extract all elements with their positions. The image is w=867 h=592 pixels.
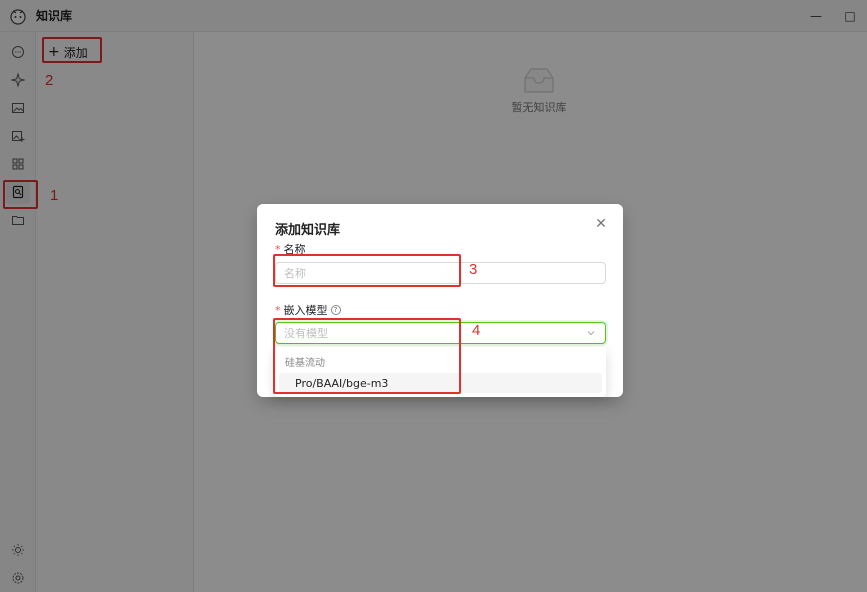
annotation-box-3 [273,254,461,287]
dialog-title: 添加知识库 [275,223,341,238]
close-icon[interactable]: ✕ [593,216,609,232]
annotation-box-4 [273,318,461,394]
embedding-model-label-text: 嵌入模型 [283,304,328,317]
embedding-model-label: * 嵌入模型 ? [275,302,341,318]
help-icon[interactable]: ? [330,305,341,315]
required-mark: * [275,303,281,317]
annotation-number-4: 4 [472,322,481,339]
chevron-down-icon [585,327,597,339]
annotation-number-3: 3 [469,261,478,278]
